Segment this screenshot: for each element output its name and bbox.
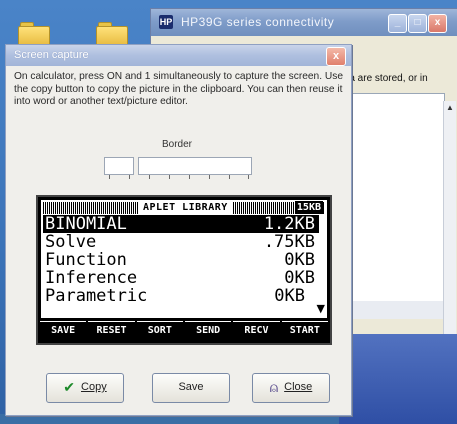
window-close-button[interactable]: x <box>428 14 447 33</box>
border-slider[interactable] <box>109 175 249 181</box>
menu-key-recv: RECV <box>233 321 280 339</box>
aplet-row: Parametric 0KB <box>45 286 305 306</box>
menu-key-save: SAVE <box>40 321 87 339</box>
lcd-menu-bar: SAVE RESET SORT SEND RECV START <box>40 321 328 339</box>
more-down-arrow-icon: ▼ <box>316 302 325 315</box>
border-color-field[interactable] <box>138 157 252 175</box>
lcd-display: APLET LIBRARY 15KB BINOMIAL 1.2KB Solve … <box>41 200 327 318</box>
calculator-screen-capture: APLET LIBRARY 15KB BINOMIAL 1.2KB Solve … <box>36 195 332 345</box>
checkmark-icon: ✔ <box>63 379 76 396</box>
screen-capture-dialog: Screen capture x On calculator, press ON… <box>5 44 352 416</box>
copy-button[interactable]: ✔ Copy <box>46 373 124 403</box>
file-list-pane[interactable] <box>339 93 445 319</box>
exit-door-icon: ⍝ <box>269 379 279 396</box>
menu-key-start: START <box>281 321 328 339</box>
connectivity-window-title: HP39G series connectivity <box>181 15 335 29</box>
dialog-close-icon[interactable]: x <box>326 47 346 66</box>
save-button[interactable]: Save <box>152 373 230 403</box>
aplet-row: BINOMIAL 1.2KB <box>43 215 319 233</box>
menu-key-reset: RESET <box>88 321 135 339</box>
library-size: 15KB <box>294 201 323 214</box>
status-area <box>339 334 457 424</box>
menu-key-send: SEND <box>184 321 232 339</box>
aplet-library-title: APLET LIBRARY <box>139 201 232 214</box>
folder-icon[interactable] <box>96 22 128 48</box>
vertical-scrollbar[interactable]: ▲ ▼ <box>443 101 456 351</box>
instructions-text: On calculator, press ON and 1 simultaneo… <box>14 71 343 107</box>
minimize-button[interactable]: _ <box>388 14 407 33</box>
close-button[interactable]: ⍝ Close <box>252 373 330 403</box>
connectivity-titlebar[interactable]: HP HP39G series connectivity _ □ x <box>151 9 457 36</box>
lcd-header: APLET LIBRARY 15KB <box>43 201 325 214</box>
folder-icon[interactable] <box>18 22 50 48</box>
aplet-row: Inference 0KB <box>45 268 315 288</box>
list-footer <box>341 301 445 319</box>
maximize-button[interactable]: □ <box>408 14 427 33</box>
dialog-titlebar[interactable]: Screen capture x <box>6 45 351 66</box>
scroll-up-arrow-icon[interactable]: ▲ <box>444 103 456 115</box>
dialog-title: Screen capture <box>14 49 89 61</box>
aplet-row: Solve .75KB <box>45 232 315 252</box>
storage-info-text: ata are stored, or in <box>341 73 428 84</box>
aplet-row: Function 0KB <box>45 250 315 270</box>
hp-app-icon: HP <box>159 15 173 29</box>
menu-key-sort: SORT <box>136 321 183 339</box>
border-value-field[interactable] <box>104 157 134 175</box>
border-label: Border <box>162 139 193 150</box>
